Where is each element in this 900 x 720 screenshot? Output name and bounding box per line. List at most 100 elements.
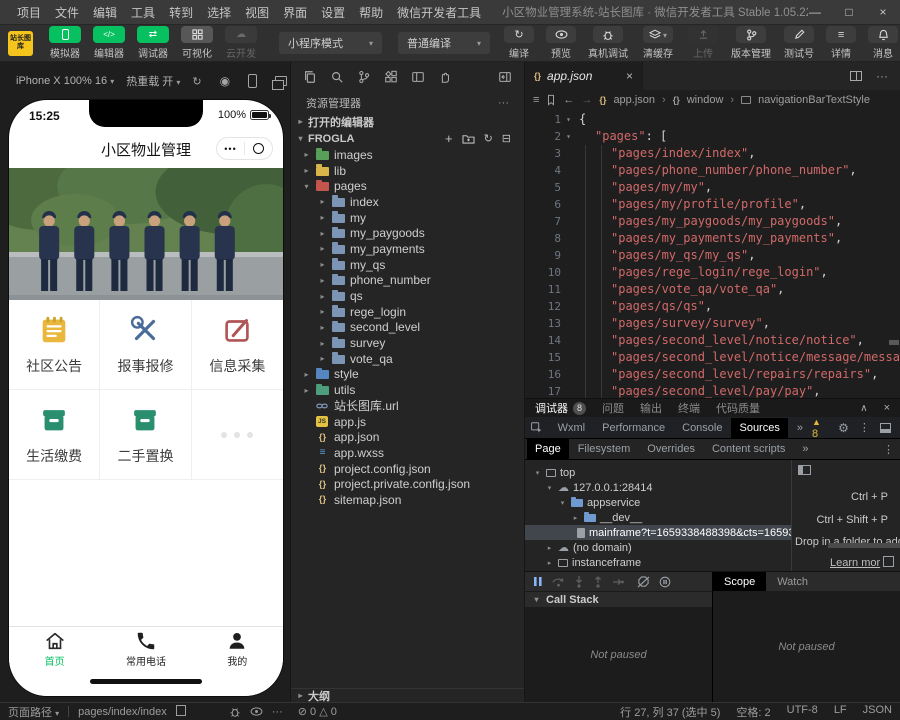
extensions-icon[interactable] — [384, 70, 398, 84]
split-editor-icon[interactable] — [850, 71, 862, 81]
tree-file-app-js[interactable]: app.js — [291, 414, 524, 430]
compile-mode-dropdown[interactable]: 普通编译 — [398, 32, 490, 54]
source-node-no-domain[interactable]: (no domain) — [525, 540, 791, 555]
simulator-toggle-button[interactable]: 模拟器 — [43, 26, 87, 60]
more-tabs-icon[interactable] — [794, 439, 816, 459]
deactivate-breakpoints-icon[interactable] — [637, 576, 650, 588]
more-tabs-icon[interactable] — [789, 418, 811, 438]
pause-icon[interactable] — [533, 576, 543, 587]
minimize-button[interactable]: — — [808, 5, 822, 19]
grid-item-notice[interactable]: 社区公告 — [9, 300, 100, 390]
grid-item-repair[interactable]: 报事报修 — [100, 300, 191, 390]
source-node-instanceframe[interactable]: instanceframe — [525, 555, 791, 570]
details-button[interactable]: 详情 — [820, 26, 862, 60]
maximize-button[interactable]: □ — [842, 5, 856, 19]
sources-tab-content-scripts[interactable]: Content scripts — [704, 439, 793, 459]
tree-folder-style[interactable]: style — [291, 367, 524, 383]
test-account-button[interactable]: 测试号 — [778, 26, 820, 60]
tree-folder-qs[interactable]: qs — [291, 288, 524, 304]
tree-file-app-json[interactable]: app.json — [291, 429, 524, 445]
menu-goto[interactable]: 转到 — [162, 4, 200, 21]
more-options-icon[interactable] — [883, 443, 894, 456]
menu-edit[interactable]: 编辑 — [86, 4, 124, 21]
code-area[interactable]: 1▾{ 2▾"pages": [ 3"pages/index/index", 4… — [525, 110, 900, 398]
horizontal-scrollbar[interactable] — [828, 543, 900, 548]
inspect-icon[interactable] — [530, 421, 543, 434]
more-actions-icon[interactable] — [272, 706, 283, 718]
hand-icon[interactable] — [438, 70, 452, 84]
editor-scrollbar[interactable] — [889, 340, 899, 345]
outline-icon[interactable] — [533, 94, 539, 106]
learn-more-link[interactable]: Learn mor — [830, 557, 880, 569]
float-window-icon[interactable] — [275, 76, 287, 86]
project-section[interactable]: FROGLA — [291, 130, 524, 147]
back-icon[interactable] — [563, 94, 574, 106]
menu-settings[interactable]: 设置 — [314, 4, 352, 21]
restart-icon[interactable] — [192, 75, 201, 88]
debugger-toggle-button[interactable]: ⇄ 调试器 — [131, 26, 175, 60]
npm-panel-icon[interactable] — [411, 70, 425, 84]
tab-home[interactable]: 首页 — [9, 627, 100, 670]
version-control-button[interactable]: 版本管理 — [724, 26, 778, 60]
tree-folder-vote-qa[interactable]: vote_qa — [291, 351, 524, 367]
expand-icon[interactable] — [883, 556, 894, 567]
breadcrumb-object[interactable]: window — [687, 94, 724, 106]
tree-folder-my-payments[interactable]: my_payments — [291, 241, 524, 257]
expand-panel-icon[interactable] — [860, 402, 867, 414]
pause-on-exceptions-icon[interactable] — [659, 576, 671, 588]
close-tab-icon[interactable] — [626, 69, 633, 83]
menu-select[interactable]: 选择 — [200, 4, 238, 21]
breadcrumb-file[interactable]: app.json — [613, 94, 655, 106]
cursor-position[interactable]: 行 27, 列 37 (选中 5) — [620, 704, 720, 720]
breadcrumb-property[interactable]: navigationBarTextStyle — [758, 94, 870, 106]
panel-tab-terminal[interactable]: 终端 — [678, 400, 700, 416]
grid-item-pay[interactable]: 生活缴费 — [9, 390, 100, 480]
mode-dropdown[interactable]: 小程序模式 — [279, 32, 382, 54]
source-control-icon[interactable] — [357, 70, 371, 84]
panel-tab-debugger[interactable]: 调试器8 — [535, 400, 586, 416]
tab-watch[interactable]: Watch — [766, 572, 819, 591]
tree-folder-survey[interactable]: survey — [291, 335, 524, 351]
close-button[interactable]: × — [876, 5, 890, 19]
new-folder-icon[interactable] — [462, 133, 475, 144]
sources-tab-page[interactable]: Page — [527, 439, 569, 459]
language-mode[interactable]: JSON — [863, 704, 892, 720]
record-icon[interactable] — [220, 74, 230, 88]
tree-folder-images[interactable]: images — [291, 147, 524, 163]
gear-icon[interactable] — [838, 421, 849, 435]
menu-file[interactable]: 文件 — [48, 4, 86, 21]
files-icon[interactable] — [303, 70, 317, 84]
bookmark-icon[interactable] — [546, 94, 556, 106]
tree-folder-rege-login[interactable]: rege_login — [291, 304, 524, 320]
collapse-all-icon[interactable] — [502, 132, 511, 145]
clear-cache-button[interactable]: 清缓存 — [634, 26, 682, 60]
hot-reload-toggle[interactable]: 热重载 开 — [126, 73, 180, 89]
panel-tab-code-quality[interactable]: 代码质量 — [716, 400, 760, 416]
tree-folder-phone-number[interactable]: phone_number — [291, 273, 524, 289]
search-icon[interactable] — [330, 70, 344, 84]
more-dots-icon[interactable] — [217, 144, 244, 154]
tab-profile[interactable]: 我的 — [192, 627, 283, 670]
grid-item-secondhand[interactable]: 二手置换 — [100, 390, 191, 480]
sources-tab-filesystem[interactable]: Filesystem — [570, 439, 639, 459]
warning-count[interactable]: 8 — [812, 416, 828, 440]
bug-icon[interactable] — [229, 706, 241, 718]
menu-wechat-devtools[interactable]: 微信开发者工具 — [390, 4, 488, 21]
tree-folder-index[interactable]: index — [291, 194, 524, 210]
tree-folder-second-level[interactable]: second_level — [291, 320, 524, 336]
tree-folder-my-paygoods[interactable]: my_paygoods — [291, 225, 524, 241]
collapse-sidebar-icon[interactable] — [498, 70, 512, 84]
menu-interface[interactable]: 界面 — [276, 4, 314, 21]
more-actions-icon[interactable] — [876, 69, 888, 83]
remote-debug-button[interactable]: 真机调试 — [582, 26, 634, 60]
tree-file-project-private-config[interactable]: project.private.config.json — [291, 476, 524, 492]
problems-summary[interactable]: 0 0 — [298, 705, 337, 718]
preview-button[interactable]: 预览 — [540, 26, 582, 60]
devtools-tab-wxml[interactable]: Wxml — [550, 418, 594, 438]
tab-app-json[interactable]: app.json — [525, 62, 643, 90]
refresh-icon[interactable] — [484, 132, 493, 145]
more-options-icon[interactable] — [859, 421, 870, 434]
tree-folder-pages[interactable]: pages — [291, 178, 524, 194]
compile-button[interactable]: 编译 — [498, 26, 540, 60]
device-frame-icon[interactable] — [248, 74, 257, 88]
